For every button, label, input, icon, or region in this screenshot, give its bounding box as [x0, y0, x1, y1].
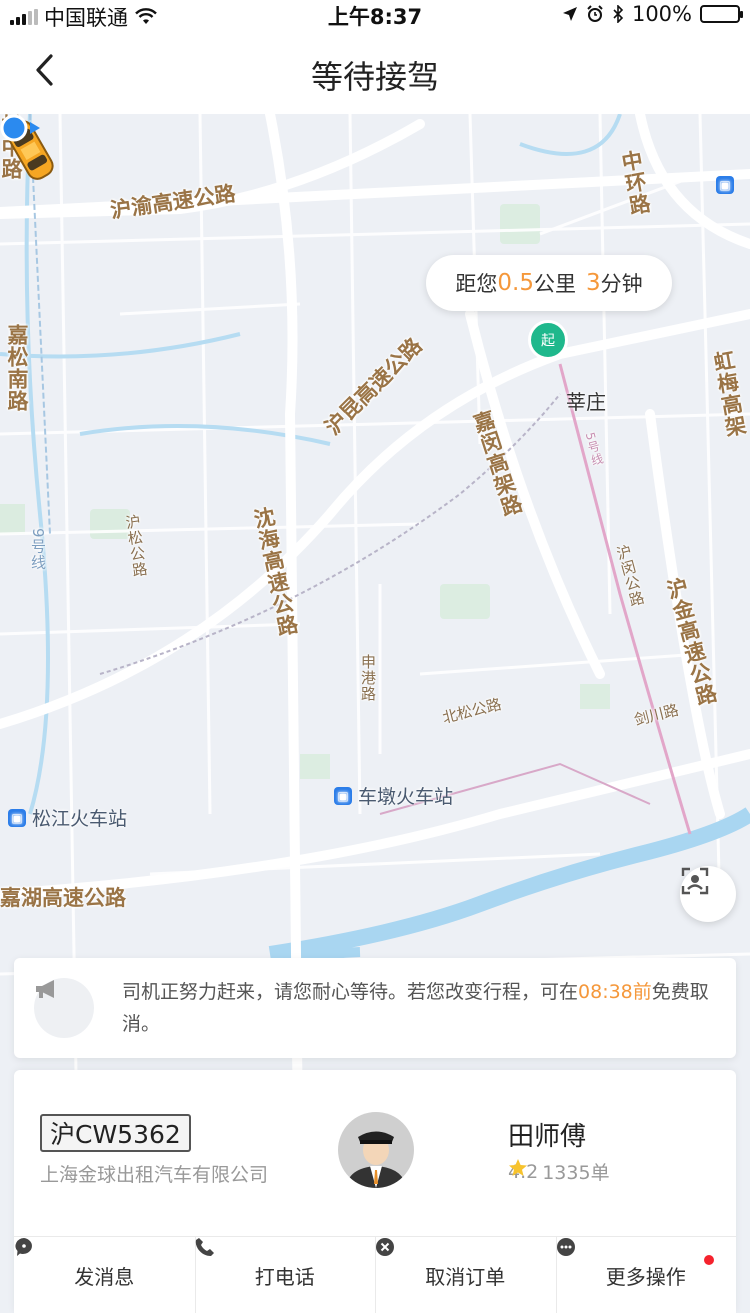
eta-distance: 0.5 [497, 270, 534, 296]
cancel-circle-icon [376, 1238, 394, 1256]
location-arrow-icon [562, 7, 577, 21]
bluetooth-icon [613, 5, 624, 23]
message-button-label: 发消息 [74, 1264, 135, 1289]
locate-target-icon [681, 867, 709, 895]
phone-icon [195, 1238, 214, 1256]
train-station-icon: ▣ [716, 176, 734, 194]
order-count: 1335单 [542, 1162, 610, 1184]
status-right: 100% [562, 2, 743, 26]
road-label-metro9: 9号线 [29, 528, 47, 571]
locate-button[interactable] [680, 866, 736, 922]
road-label-jiahu: 嘉湖高速公路 [0, 886, 126, 910]
alarm-icon [587, 5, 603, 22]
driver-name: 田师傅 [508, 1122, 587, 1152]
notice-deadline: 08:38前 [578, 981, 652, 1003]
place-chedun-station-label: 车墩火车站 [358, 786, 454, 808]
pickup-pin-icon: 起 [528, 320, 568, 360]
map-view[interactable]: 沪渝高速公路 中环路 嘉松南路 松中路 虹梅高架 沪昆高速公路 嘉闵高架路 沪松… [0, 114, 750, 1313]
notice-text: 司机正努力赶来，请您耐心等待。若您改变行程，可在08:38前免费取消。 [122, 976, 722, 1040]
taxi-company: 上海金球出租汽车有限公司 [40, 1164, 269, 1186]
status-bar: 中国联通 上午8:37 100% [0, 0, 750, 30]
place-xinzhuang: 莘庄 [566, 390, 606, 414]
star-icon [509, 1159, 527, 1176]
place-songjiang-station-label: 松江火车站 [32, 808, 128, 830]
megaphone-icon [34, 978, 94, 1038]
cancel-order-button-label: 取消订单 [425, 1264, 506, 1289]
notice-text-before: 司机正努力赶来，请您耐心等待。若您改变行程，可在 [122, 981, 579, 1003]
eta-minutes-unit: 分钟 [600, 272, 643, 296]
message-button[interactable]: 发消息 [14, 1237, 195, 1313]
message-bubble-icon [15, 1238, 32, 1256]
call-button[interactable]: 打电话 [194, 1237, 376, 1313]
avatar[interactable] [338, 1112, 414, 1188]
driver-avatar-icon [338, 1112, 414, 1188]
driver-card: 沪CW5362 上海金球出租汽车有限公司 田师傅 4.2 1335单 发消息 打… [14, 1070, 736, 1313]
more-actions-button-label: 更多操作 [605, 1264, 686, 1289]
page-title: 等待接驾 [310, 58, 439, 96]
train-station-icon: ▣ [8, 808, 26, 827]
eta-distance-unit: 公里 [533, 272, 576, 296]
notice-banner: 司机正努力赶来，请您耐心等待。若您改变行程，可在08:38前免费取消。 [14, 958, 736, 1058]
battery-icon [700, 5, 743, 23]
driver-rating: 4.2 1335单 [508, 1158, 610, 1185]
battery-percent: 100% [631, 2, 692, 26]
place-songjiang-station[interactable]: ▣ 松江火车站 [8, 804, 127, 831]
eta-bubble: 距您 0.5 公里 3 分钟 [426, 255, 672, 311]
call-button-label: 打电话 [254, 1264, 315, 1289]
nav-bar: 等待接驾 [0, 28, 750, 114]
my-location-icon [0, 114, 40, 142]
place-chedun-station[interactable]: ▣ 车墩火车站 [334, 782, 453, 809]
cancel-order-button[interactable]: 取消订单 [375, 1237, 556, 1313]
notification-badge [704, 1255, 714, 1265]
license-plate: 沪CW5362 [40, 1114, 191, 1152]
map-edge-station-icon: ▣ [716, 176, 734, 194]
road-label-shengang: 申港路 [359, 654, 377, 702]
pickup-pin-label: 起 [541, 333, 555, 349]
action-bar: 发消息 打电话 取消订单 更多操作 [14, 1237, 736, 1313]
more-actions-button[interactable]: 更多操作 [555, 1237, 737, 1313]
train-station-icon: ▣ [334, 786, 352, 805]
more-dots-icon [556, 1238, 575, 1256]
eta-prefix: 距您 [455, 272, 498, 296]
road-label-jiasongnan: 嘉松南路 [5, 324, 29, 412]
eta-minutes: 3 [585, 270, 601, 296]
